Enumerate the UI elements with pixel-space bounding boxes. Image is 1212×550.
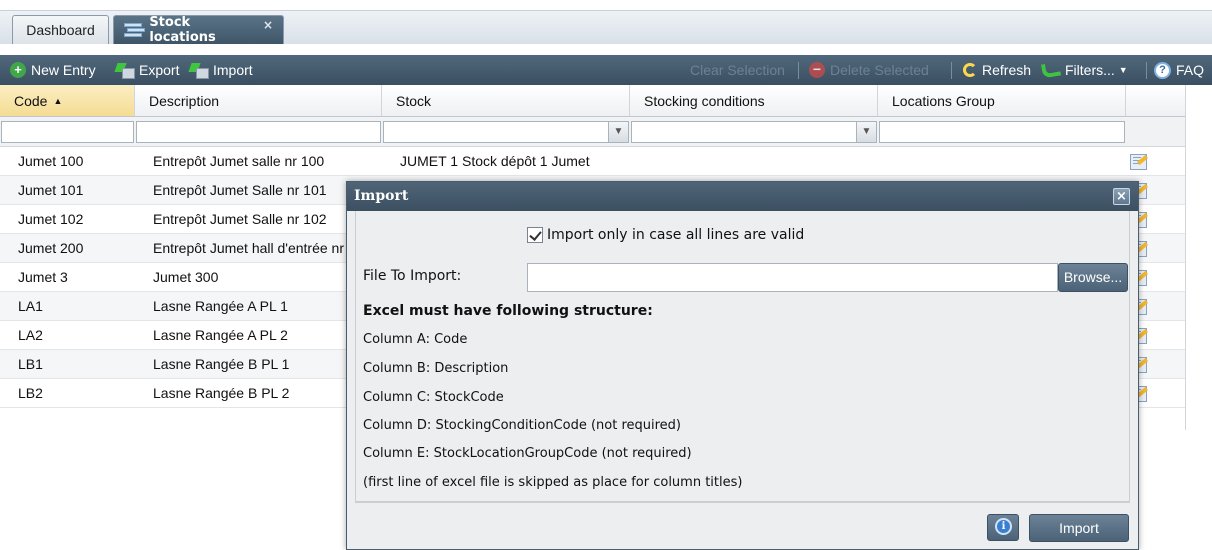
file-to-import-field[interactable] [527,263,1058,292]
cell-code: Jumet 102 [18,211,84,227]
tab-dashboard[interactable]: Dashboard [12,15,109,44]
column-header-stocking-conditions[interactable]: Stocking conditions [630,85,878,117]
sort-ascending-icon: ▲ [53,95,63,106]
excel-import-icon [190,63,209,79]
import-label: Import [213,62,253,78]
cell-description: Lasne Rangée B PL 2 [153,385,290,401]
delete-selected-button[interactable]: − Delete Selected [809,55,929,85]
cell-stock: JUMET 1 Stock dépôt 1 Jumet [400,153,590,169]
cell-description: Lasne Rangée B PL 1 [153,356,290,372]
edit-icon[interactable] [1130,154,1147,170]
cell-code: LA2 [18,327,43,343]
column-header-description[interactable]: Description [135,85,382,117]
grid-border [1185,85,1186,430]
list-icon [124,23,145,37]
delete-icon: − [809,62,825,78]
column-header-stocking-conditions-label: Stocking conditions [644,92,765,109]
cell-code: Jumet 101 [18,182,84,198]
structure-line: Column B: Description [363,361,509,376]
import-dialog-footer: i Import [355,502,1130,550]
cell-description: Jumet 300 [153,269,219,285]
structure-line: (first line of excel file is skipped as … [363,475,743,490]
faq-button[interactable]: ? FAQ [1154,55,1204,85]
cell-code: LA1 [18,298,43,314]
tab-stock-locations-label: Stock locations [149,15,216,45]
toolbar-separator [798,62,799,79]
column-header-locations-group[interactable]: Locations Group [878,85,1126,117]
column-header-actions [1126,85,1186,117]
chevron-down-icon[interactable]: ▼ [608,122,628,142]
add-icon: + [10,62,26,78]
column-header-code[interactable]: Code ▲ [0,85,135,117]
cell-code: Jumet 3 [18,269,68,285]
structure-line: Column C: StockCode [363,390,504,405]
clear-selection-label: Clear Selection [690,62,785,78]
valid-lines-only-label: Import only in case all lines are valid [547,227,805,243]
cell-description: Entrepôt Jumet Salle nr 101 [153,182,327,198]
column-header-code-label: Code [14,92,48,109]
export-button[interactable]: Export [116,55,179,85]
filter-description-input[interactable] [136,121,381,143]
export-label: Export [139,62,180,78]
file-to-import-label: File To Import: [363,268,462,284]
filter-stock-select[interactable]: ▼ [383,121,629,143]
import-dialog-body: Import only in case all lines are valid … [355,211,1130,502]
filters-label: Filters... [1065,62,1115,78]
filter-locations-group-input[interactable] [879,121,1125,143]
filter-code-input[interactable] [1,121,134,143]
valid-lines-only-option[interactable]: Import only in case all lines are valid [527,227,804,243]
structure-line: Column E: StockLocationGroupCode (not re… [363,446,692,461]
help-icon: ? [1154,61,1171,79]
toolbar-separator [1146,62,1147,79]
tab-dashboard-label: Dashboard [26,22,95,38]
import-dialog-title[interactable]: Import × [347,182,1138,211]
cell-code: LB2 [18,385,43,401]
structure-line: Column A: Code [363,332,468,347]
chevron-down-icon[interactable]: ▼ [856,122,876,142]
browse-button[interactable]: Browse... [1058,263,1128,292]
valid-lines-only-checkbox[interactable] [527,227,543,243]
refresh-button[interactable]: Refresh [963,55,1031,85]
close-icon[interactable]: × [1113,188,1130,205]
filters-button[interactable]: Filters... ▼ [1040,55,1128,85]
column-header-locations-group-label: Locations Group [892,92,995,109]
table-row[interactable]: Jumet 100 Entrepôt Jumet salle nr 100 JUME… [0,147,1186,176]
chevron-down-icon: ▼ [1118,65,1128,75]
column-header-stock-label: Stock [396,92,432,109]
column-header-stock[interactable]: Stock [382,85,630,117]
import-confirm-button[interactable]: Import [1029,514,1129,542]
filter-icon [1040,61,1062,79]
cell-description: Entrepôt Jumet hall d'entrée nr [153,240,345,256]
cell-description: Entrepôt Jumet salle nr 100 [153,153,325,169]
cell-description: Lasne Rangée A PL 1 [153,298,288,314]
cell-description: Entrepôt Jumet Salle nr 102 [153,211,327,227]
info-icon: i [995,518,1012,535]
cell-code: Jumet 200 [18,240,84,256]
tab-strip: Dashboard Stock locations × [0,0,1212,45]
refresh-label: Refresh [982,62,1032,78]
column-header-description-label: Description [149,92,220,109]
refresh-icon [963,63,977,77]
filter-stocking-conditions-select[interactable]: ▼ [631,121,877,143]
toolbar: + New Entry Export Import Clear Selectio… [0,55,1212,85]
info-button[interactable]: i [987,514,1019,541]
import-toolbar-button[interactable]: Import [190,55,253,85]
structure-heading: Excel must have following structure: [363,303,653,319]
new-entry-label: New Entry [31,62,96,78]
cell-description: Lasne Rangée A PL 2 [153,327,288,343]
clear-selection-button[interactable]: Clear Selection [690,55,785,85]
faq-label: FAQ [1176,62,1205,78]
tab-close-icon[interactable]: × [263,18,273,32]
new-entry-button[interactable]: + New Entry [10,55,96,85]
tab-stock-locations[interactable]: Stock locations × [113,15,284,45]
import-dialog: Import × Import only in case all lines a… [346,181,1139,550]
import-dialog-title-text: Import [354,188,409,204]
structure-line: Column D: StockingConditionCode (not req… [363,418,682,433]
delete-selected-label: Delete Selected [830,62,929,78]
toolbar-separator [951,62,952,79]
cell-code: LB1 [18,356,43,372]
cell-code: Jumet 100 [18,153,84,169]
excel-export-icon [116,63,135,79]
